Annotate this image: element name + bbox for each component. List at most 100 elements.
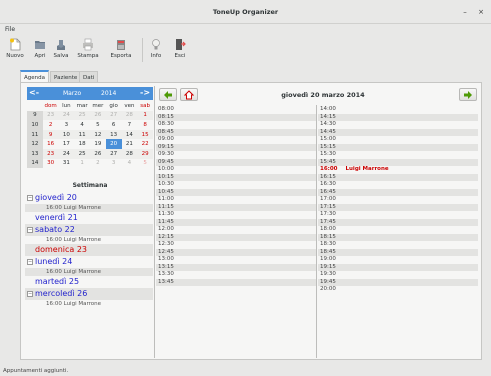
calendar-day[interactable]: 17 bbox=[59, 139, 75, 149]
calendar-day[interactable]: 26 bbox=[90, 148, 106, 159]
time-slot[interactable]: 14:15 bbox=[318, 113, 478, 121]
time-slot[interactable]: 10:15 bbox=[156, 173, 316, 181]
time-slot[interactable]: 12:00 bbox=[156, 226, 316, 234]
time-slot[interactable]: 09:30 bbox=[156, 151, 316, 159]
time-slot[interactable]: 14:45 bbox=[318, 128, 478, 136]
calendar-day[interactable]: 24 bbox=[58, 148, 75, 159]
calendar-day[interactable]: 21 bbox=[122, 139, 138, 149]
week-appointment-row[interactable]: 16:00 Luigi Marrone bbox=[25, 236, 153, 244]
time-slot[interactable]: 11:30 bbox=[156, 211, 316, 219]
time-slot[interactable]: 16:30 bbox=[318, 181, 478, 189]
week-day-row[interactable]: − sabato 22 bbox=[25, 224, 153, 236]
time-slot[interactable]: 19:30 bbox=[318, 271, 478, 279]
time-slot[interactable]: 11:45 bbox=[156, 218, 316, 226]
collapse-icon[interactable]: − bbox=[27, 259, 33, 265]
time-slot[interactable]: 08:30 bbox=[156, 121, 316, 129]
time-slot[interactable]: 09:00 bbox=[156, 136, 316, 144]
time-slot[interactable]: 16:45 bbox=[318, 188, 478, 196]
new-button[interactable]: Nuovo bbox=[4, 36, 26, 64]
time-slot[interactable]: 19:00 bbox=[318, 256, 478, 264]
time-slot[interactable]: 16:00 Luigi Marrone bbox=[318, 166, 478, 174]
calendar-day[interactable]: 3 bbox=[59, 120, 75, 130]
calendar-day[interactable]: 25 bbox=[74, 110, 90, 121]
calendar-day[interactable]: 26 bbox=[90, 110, 106, 121]
time-slot[interactable]: 15:00 bbox=[318, 136, 478, 144]
time-slot[interactable]: 17:15 bbox=[318, 203, 478, 211]
calendar-day[interactable]: 7 bbox=[122, 120, 138, 130]
calendar-day[interactable]: 13 bbox=[105, 129, 122, 140]
pane-divider[interactable] bbox=[154, 86, 155, 358]
calendar-day[interactable]: 23 bbox=[42, 110, 59, 121]
calendar-day[interactable]: 27 bbox=[105, 110, 122, 121]
time-slot[interactable]: 12:30 bbox=[156, 241, 316, 249]
calendar-day[interactable]: 2 bbox=[43, 120, 59, 130]
calendar-day[interactable]: 28 bbox=[121, 110, 138, 121]
calendar-day[interactable]: 6 bbox=[106, 120, 122, 130]
calendar-day[interactable]: 4 bbox=[74, 120, 90, 130]
time-slot[interactable]: 20:00 bbox=[318, 286, 478, 294]
calendar-day[interactable]: 28 bbox=[121, 148, 138, 159]
next-month-button[interactable]: -> bbox=[140, 88, 150, 97]
time-slot[interactable]: 13:00 bbox=[156, 256, 316, 264]
close-button[interactable]: × bbox=[475, 6, 487, 18]
week-appointment-row[interactable]: 16:00 Luigi Marrone bbox=[25, 268, 153, 276]
export-button[interactable]: Esporta bbox=[104, 36, 138, 64]
time-slot[interactable]: 16:15 bbox=[318, 173, 478, 181]
week-day-row[interactable]: martedì 25 bbox=[25, 276, 153, 288]
time-slot[interactable]: 18:45 bbox=[318, 248, 478, 256]
calendar-day[interactable]: 11 bbox=[74, 129, 90, 140]
calendar-day[interactable]: 27 bbox=[105, 148, 122, 159]
calendar-day[interactable]: 12 bbox=[90, 129, 106, 140]
calendar-day[interactable]: 1 bbox=[137, 110, 153, 121]
menu-file[interactable]: File bbox=[5, 26, 15, 33]
prev-month-button[interactable]: <- bbox=[29, 88, 39, 97]
time-slot[interactable]: 19:45 bbox=[318, 278, 478, 286]
calendar-day[interactable]: 14 bbox=[121, 129, 138, 140]
time-slot[interactable]: 13:15 bbox=[156, 263, 316, 271]
calendar-day[interactable]: 15 bbox=[137, 129, 153, 140]
time-slot[interactable]: 10:45 bbox=[156, 188, 316, 196]
time-slot[interactable]: 13:45 bbox=[156, 278, 316, 286]
week-day-row[interactable]: venerdì 21 bbox=[25, 212, 153, 224]
time-slot[interactable]: 19:15 bbox=[318, 263, 478, 271]
calendar-day[interactable]: 8 bbox=[137, 120, 153, 130]
calendar-day[interactable]: 25 bbox=[74, 148, 90, 159]
week-appointment-row[interactable]: 16:00 Luigi Marrone bbox=[25, 204, 153, 212]
calendar-day[interactable]: 23 bbox=[42, 148, 59, 159]
calendar-day[interactable]: 5 bbox=[90, 120, 106, 130]
calendar-day[interactable]: 24 bbox=[58, 110, 75, 121]
collapse-icon[interactable]: − bbox=[27, 195, 33, 201]
time-slot[interactable]: 14:30 bbox=[318, 121, 478, 129]
calendar-year[interactable]: 2014 bbox=[101, 90, 116, 97]
open-button[interactable]: Apri bbox=[30, 36, 50, 64]
calendar-day[interactable]: 1 bbox=[74, 159, 90, 169]
week-day-row[interactable]: − lunedì 24 bbox=[25, 256, 153, 268]
time-slot[interactable]: 18:15 bbox=[318, 233, 478, 241]
time-slot[interactable]: 13:30 bbox=[156, 271, 316, 279]
time-slot[interactable]: 09:15 bbox=[156, 143, 316, 151]
calendar-day[interactable]: 2 bbox=[90, 159, 106, 169]
week-day-row[interactable]: domenica 23 bbox=[25, 244, 153, 256]
calendar-day[interactable]: 19 bbox=[90, 139, 106, 149]
calendar-day[interactable]: 5 bbox=[137, 159, 153, 169]
time-slot[interactable]: 11:00 bbox=[156, 196, 316, 204]
time-slot[interactable]: 12:15 bbox=[156, 233, 316, 241]
time-slot[interactable]: 15:30 bbox=[318, 151, 478, 159]
next-day-button[interactable] bbox=[459, 88, 477, 101]
collapse-icon[interactable]: − bbox=[27, 227, 33, 233]
time-slot[interactable]: 17:00 bbox=[318, 196, 478, 204]
week-appointment-row[interactable]: 16:00 Luigi Marrone bbox=[25, 300, 153, 308]
collapse-icon[interactable]: − bbox=[27, 291, 33, 297]
time-slot[interactable]: 17:45 bbox=[318, 218, 478, 226]
time-slot[interactable]: 08:15 bbox=[156, 113, 316, 121]
calendar-day[interactable]: 22 bbox=[137, 139, 153, 149]
time-slot[interactable]: 08:00 bbox=[156, 106, 316, 114]
calendar-day[interactable]: 10 bbox=[58, 129, 75, 140]
calendar-day[interactable]: 29 bbox=[137, 148, 153, 159]
calendar-day[interactable]: 3 bbox=[106, 159, 122, 169]
time-slot[interactable]: 15:15 bbox=[318, 143, 478, 151]
exit-button[interactable]: Esci bbox=[170, 36, 190, 64]
calendar-day[interactable]: 18 bbox=[74, 139, 90, 149]
time-slot[interactable]: 17:30 bbox=[318, 211, 478, 219]
week-day-row[interactable]: − mercoledì 26 bbox=[25, 288, 153, 300]
